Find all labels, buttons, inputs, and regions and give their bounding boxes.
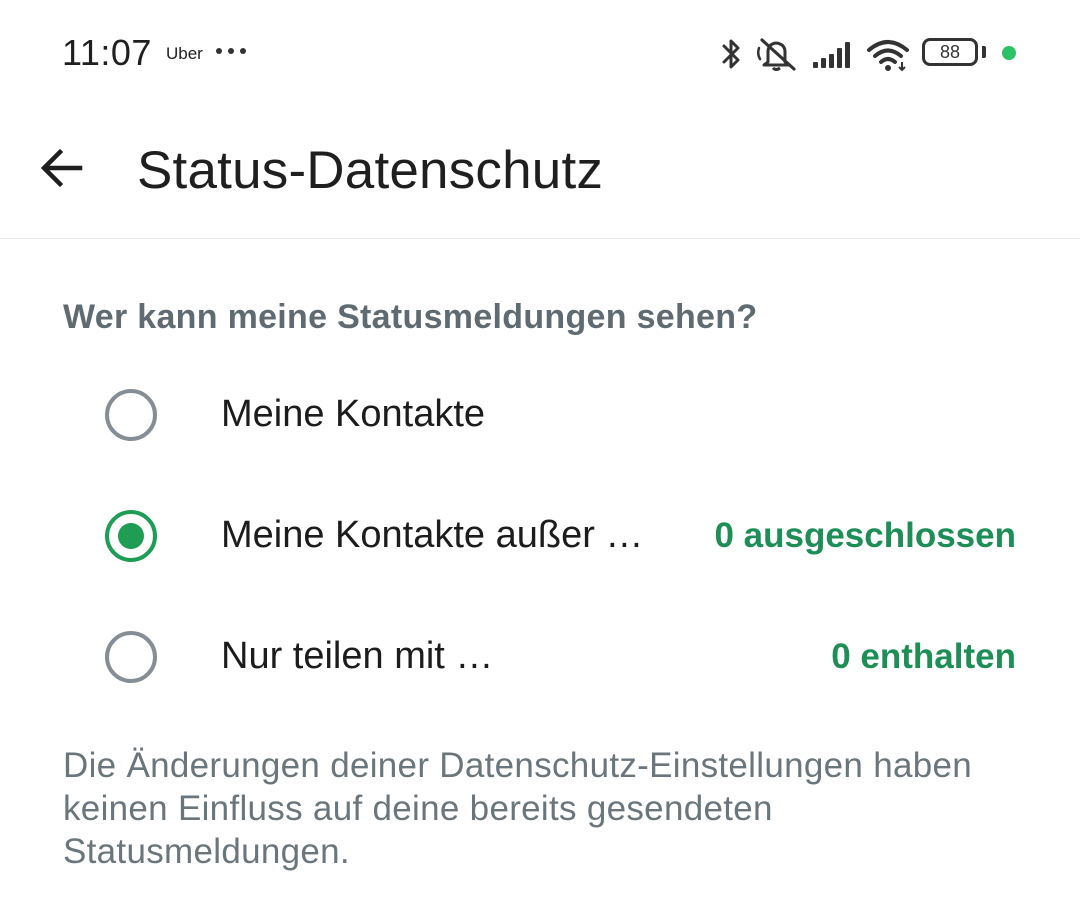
battery-tip <box>982 46 986 58</box>
option-only-share-with[interactable]: Nur teilen mit … 0 enthalten <box>0 602 1080 712</box>
battery-icon: 88 <box>922 38 978 66</box>
signal-icon <box>813 42 850 68</box>
status-time: 11:07 <box>62 32 152 73</box>
privacy-footnote: Die Änderungen deiner Datenschutz-Einste… <box>63 746 973 871</box>
option-label: Meine Kontakte <box>221 393 486 435</box>
included-count: 0 enthalten <box>831 637 1016 676</box>
mute-icon <box>756 38 796 71</box>
option-my-contacts[interactable]: Meine Kontakte <box>0 360 1080 470</box>
radio-my-contacts[interactable] <box>105 389 157 441</box>
option-my-contacts-except[interactable]: Meine Kontakte außer … 0 ausgeschlossen <box>0 481 1080 591</box>
screen: 11:07 Uber 88 Status-Datenschutz Wer kan… <box>0 0 1080 902</box>
back-button[interactable] <box>30 136 94 200</box>
bluetooth-icon <box>722 39 740 69</box>
status-app-label: Uber <box>166 44 203 63</box>
wifi-icon <box>867 40 909 72</box>
excluded-count: 0 ausgeschlossen <box>714 516 1016 555</box>
radio-only-share-with[interactable] <box>105 631 157 683</box>
arrow-left-icon <box>40 148 83 188</box>
radio-my-contacts-except[interactable] <box>105 510 157 562</box>
privacy-indicator-dot <box>1002 46 1016 60</box>
section-heading: Wer kann meine Statusmeldungen sehen? <box>63 298 758 336</box>
page-title: Status-Datenschutz <box>137 141 604 200</box>
option-label: Meine Kontakte außer … <box>221 514 644 556</box>
option-label: Nur teilen mit … <box>221 635 494 677</box>
app-bar: Status-Datenschutz <box>0 108 1080 239</box>
status-bar: 11:07 Uber 88 <box>0 0 1080 108</box>
more-notifications-icon <box>216 48 246 54</box>
battery-level: 88 <box>939 42 961 62</box>
